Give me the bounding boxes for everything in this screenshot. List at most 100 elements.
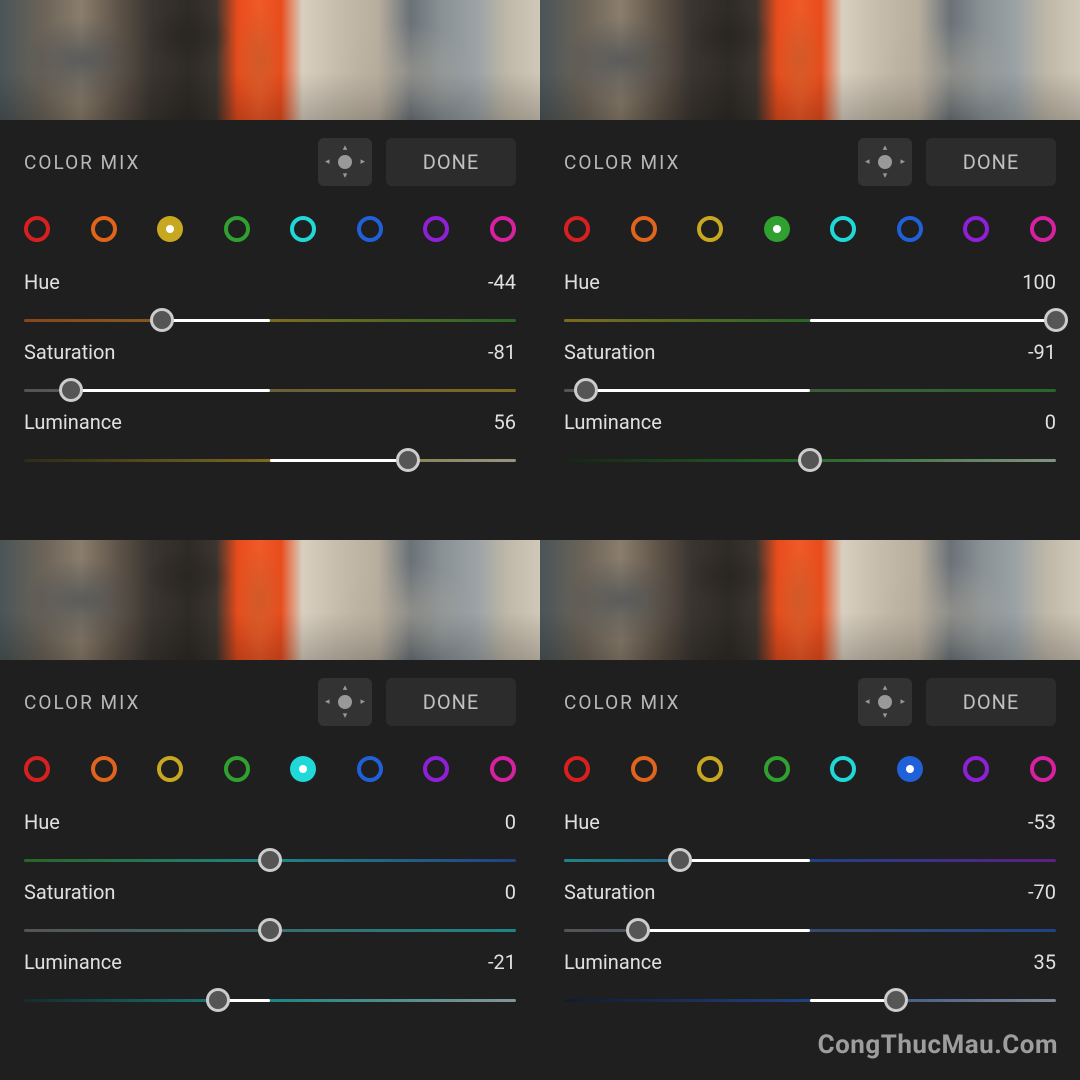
swatch-purple[interactable] (423, 756, 449, 782)
panel-3: COLOR MIX ▴ ▾ ◂ ▸ DONE Hue -53 (540, 540, 1080, 1080)
swatch-blue[interactable] (897, 756, 923, 782)
target-adjustment-button[interactable]: ▴ ▾ ◂ ▸ (858, 678, 912, 726)
saturation-slider[interactable] (24, 918, 516, 942)
saturation-slider-thumb[interactable] (59, 378, 83, 402)
swatch-red[interactable] (564, 216, 590, 242)
arrow-up-icon: ▴ (883, 683, 888, 693)
luminance-slider-thumb[interactable] (206, 988, 230, 1012)
arrow-down-icon: ▾ (343, 171, 348, 181)
arrow-right-icon: ▸ (360, 697, 365, 707)
swatch-orange[interactable] (631, 216, 657, 242)
luminance-slider-row: Luminance 35 (564, 950, 1056, 1012)
arrow-down-icon: ▾ (883, 171, 888, 181)
swatch-purple[interactable] (963, 216, 989, 242)
saturation-slider-thumb[interactable] (574, 378, 598, 402)
swatch-red[interactable] (564, 756, 590, 782)
swatch-aqua[interactable] (830, 756, 856, 782)
hue-label: Hue (24, 270, 60, 294)
luminance-slider-thumb[interactable] (798, 448, 822, 472)
luminance-value: 35 (1034, 950, 1056, 974)
panel-0: COLOR MIX ▴ ▾ ◂ ▸ DONE Hue -44 (0, 0, 540, 540)
saturation-slider[interactable] (564, 918, 1056, 942)
swatch-purple[interactable] (963, 756, 989, 782)
swatch-green[interactable] (764, 756, 790, 782)
target-dot-icon (878, 695, 892, 709)
arrow-right-icon: ▸ (900, 697, 905, 707)
luminance-label: Luminance (564, 950, 662, 974)
panel-title: COLOR MIX (24, 691, 140, 714)
swatch-orange[interactable] (91, 756, 117, 782)
hue-slider-thumb[interactable] (1044, 308, 1068, 332)
panel-2: COLOR MIX ▴ ▾ ◂ ▸ DONE Hue 0 (0, 540, 540, 1080)
swatch-magenta[interactable] (1030, 756, 1056, 782)
done-button[interactable]: DONE (386, 678, 516, 726)
saturation-slider-thumb[interactable] (258, 918, 282, 942)
swatch-orange[interactable] (91, 216, 117, 242)
luminance-value: 0 (1045, 410, 1056, 434)
saturation-slider-row: Saturation -70 (564, 880, 1056, 942)
swatch-green[interactable] (764, 216, 790, 242)
panel-title: COLOR MIX (564, 151, 680, 174)
swatch-green[interactable] (224, 756, 250, 782)
done-button[interactable]: DONE (926, 678, 1056, 726)
saturation-slider[interactable] (24, 378, 516, 402)
swatch-aqua[interactable] (290, 756, 316, 782)
swatch-blue[interactable] (897, 216, 923, 242)
swatch-yellow[interactable] (157, 756, 183, 782)
preview-image (0, 540, 540, 660)
hue-slider[interactable] (564, 308, 1056, 332)
swatch-yellow[interactable] (697, 216, 723, 242)
swatch-red[interactable] (24, 756, 50, 782)
swatch-magenta[interactable] (490, 216, 516, 242)
swatch-aqua[interactable] (830, 216, 856, 242)
swatch-blue[interactable] (357, 216, 383, 242)
hue-value: 0 (505, 810, 516, 834)
luminance-slider[interactable] (564, 448, 1056, 472)
hue-slider[interactable] (24, 308, 516, 332)
panel-title: COLOR MIX (24, 151, 140, 174)
preview-image (540, 0, 1080, 120)
luminance-slider-thumb[interactable] (396, 448, 420, 472)
swatch-magenta[interactable] (1030, 216, 1056, 242)
hue-slider[interactable] (564, 848, 1056, 872)
hue-slider[interactable] (24, 848, 516, 872)
swatch-yellow[interactable] (697, 756, 723, 782)
hue-slider-thumb[interactable] (668, 848, 692, 872)
luminance-slider-thumb[interactable] (884, 988, 908, 1012)
luminance-slider[interactable] (564, 988, 1056, 1012)
target-dot-icon (338, 155, 352, 169)
saturation-slider-row: Saturation -91 (564, 340, 1056, 402)
swatch-red[interactable] (24, 216, 50, 242)
saturation-slider-thumb[interactable] (626, 918, 650, 942)
luminance-value: -21 (488, 950, 516, 974)
swatch-aqua[interactable] (290, 216, 316, 242)
swatch-magenta[interactable] (490, 756, 516, 782)
swatch-blue[interactable] (357, 756, 383, 782)
target-adjustment-button[interactable]: ▴ ▾ ◂ ▸ (318, 138, 372, 186)
luminance-label: Luminance (24, 410, 122, 434)
arrow-right-icon: ▸ (360, 157, 365, 167)
target-adjustment-button[interactable]: ▴ ▾ ◂ ▸ (318, 678, 372, 726)
hue-value: 100 (1022, 270, 1056, 294)
luminance-slider[interactable] (24, 988, 516, 1012)
hue-slider-thumb[interactable] (258, 848, 282, 872)
swatch-green[interactable] (224, 216, 250, 242)
done-button[interactable]: DONE (386, 138, 516, 186)
done-button[interactable]: DONE (926, 138, 1056, 186)
swatch-yellow[interactable] (157, 216, 183, 242)
target-adjustment-button[interactable]: ▴ ▾ ◂ ▸ (858, 138, 912, 186)
hue-slider-row: Hue 100 (564, 270, 1056, 332)
saturation-label: Saturation (564, 340, 655, 364)
luminance-slider-row: Luminance -21 (24, 950, 516, 1012)
luminance-slider-row: Luminance 0 (564, 410, 1056, 472)
hue-slider-thumb[interactable] (150, 308, 174, 332)
swatch-purple[interactable] (423, 216, 449, 242)
target-dot-icon (878, 155, 892, 169)
arrow-left-icon: ◂ (865, 157, 870, 167)
saturation-slider[interactable] (564, 378, 1056, 402)
arrow-down-icon: ▾ (883, 711, 888, 721)
color-swatches (564, 216, 1056, 242)
target-dot-icon (338, 695, 352, 709)
luminance-slider[interactable] (24, 448, 516, 472)
swatch-orange[interactable] (631, 756, 657, 782)
